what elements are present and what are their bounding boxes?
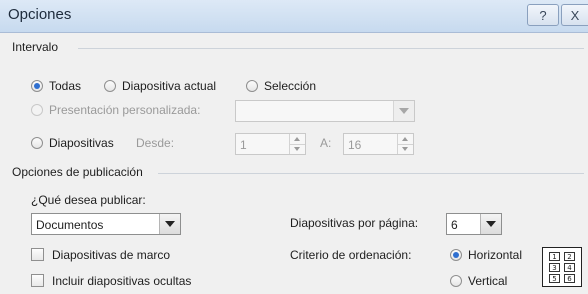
frame-slides-checkbox[interactable] [31, 248, 44, 261]
radio-selection[interactable] [246, 80, 258, 92]
dropdown-arrow-icon[interactable] [159, 214, 180, 234]
slides-per-page-label: Diapositivas por página: [290, 216, 419, 230]
custom-show-dropdown[interactable] [235, 100, 415, 122]
close-button[interactable]: X [561, 4, 588, 26]
radio-custom-show[interactable] [31, 104, 43, 116]
radio-custom-show-label: Presentación personalizada: [49, 103, 201, 117]
dropdown-arrow-icon[interactable] [480, 214, 501, 234]
radio-vertical-label: Vertical [468, 274, 508, 288]
radio-selection-label: Selección [264, 79, 317, 93]
from-value: 1 [240, 138, 247, 152]
order-label: Criterio de ordenación: [290, 248, 412, 262]
preview-slide: 4 [564, 263, 575, 272]
dropdown-arrow-icon[interactable] [393, 101, 414, 121]
to-spinner[interactable]: 16 [343, 133, 414, 155]
range-group-title: Intervalo [12, 40, 59, 54]
spin-down-icon[interactable] [398, 144, 413, 154]
publish-separator [158, 173, 584, 174]
radio-current-slide[interactable] [104, 80, 116, 92]
help-icon: ? [539, 8, 547, 23]
preview-slide: 1 [549, 252, 560, 261]
to-value: 16 [348, 138, 362, 152]
slides-per-page-dropdown[interactable]: 6 [446, 213, 502, 235]
help-button[interactable]: ? [527, 4, 559, 26]
title-bar: Opciones ? X [0, 0, 588, 33]
radio-all-label: Todas [49, 79, 82, 93]
from-spinner[interactable]: 1 [235, 133, 306, 155]
radio-horizontal-label: Horizontal [468, 248, 523, 262]
from-label: Desde: [136, 136, 175, 150]
publish-group-title: Opciones de publicación [12, 165, 143, 179]
what-to-publish-value: Documentos [36, 218, 104, 232]
to-label: A: [320, 136, 332, 150]
what-to-publish-dropdown[interactable]: Documentos [31, 213, 181, 235]
preview-slide: 2 [564, 252, 575, 261]
radio-all[interactable] [31, 80, 43, 92]
hidden-slides-label: Incluir diapositivas ocultas [52, 274, 192, 288]
frame-slides-label: Diapositivas de marco [52, 248, 171, 262]
radio-current-slide-label: Diapositiva actual [122, 79, 217, 93]
radio-slides-label: Diapositivas [49, 136, 114, 150]
dialog-title: Opciones [8, 6, 72, 23]
spin-down-icon[interactable] [290, 144, 305, 154]
preview-slide: 3 [549, 263, 560, 272]
page-layout-preview: 1 2 3 4 5 6 [542, 247, 582, 287]
preview-slide: 6 [564, 274, 575, 283]
what-to-publish-label: ¿Qué desea publicar: [31, 193, 146, 207]
preview-slide: 5 [549, 274, 560, 283]
radio-horizontal[interactable] [450, 249, 462, 261]
hidden-slides-checkbox[interactable] [31, 274, 44, 287]
slides-per-page-value: 6 [451, 218, 458, 232]
radio-vertical[interactable] [450, 275, 462, 287]
close-icon: X [570, 8, 580, 23]
radio-slides[interactable] [31, 137, 43, 149]
range-separator [78, 48, 584, 49]
